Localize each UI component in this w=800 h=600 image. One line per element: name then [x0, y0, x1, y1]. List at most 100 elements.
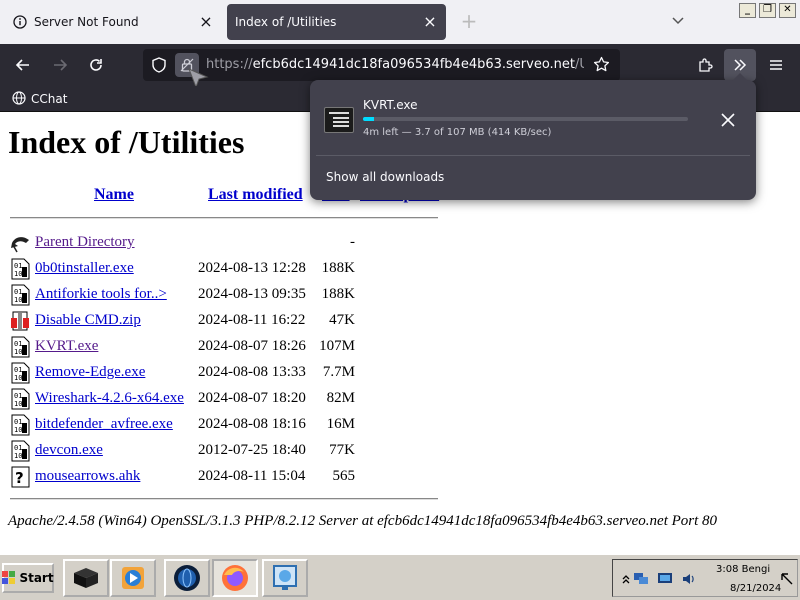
- back-arrow-icon: [15, 59, 29, 71]
- compressed-file-icon[interactable]: [10, 310, 31, 332]
- file-link[interactable]: Wireshark-4.2.6-x64.exe: [35, 390, 184, 407]
- tab-title: Index of /Utilities: [235, 15, 337, 29]
- table-row: 01 10 Antiforkie tools for..> 2024-08-13 09…: [10, 282, 440, 308]
- page-title: Index of /Utilities: [8, 124, 245, 160]
- table-row: 01 10 devcon.exe 2012-07-25 18:40 77K: [10, 438, 440, 464]
- app-menu-button[interactable]: [760, 49, 792, 81]
- extensions-button[interactable]: [689, 49, 721, 81]
- close-tab-icon[interactable]: ×: [194, 10, 218, 34]
- info-icon: [12, 14, 28, 30]
- svg-text:10: 10: [14, 296, 22, 304]
- windows-flag-icon: [2, 571, 16, 585]
- binary-file-icon[interactable]: 01 10: [10, 362, 31, 384]
- file-link[interactable]: Remove-Edge.exe: [35, 364, 145, 381]
- svg-text:01: 01: [14, 340, 22, 348]
- bookmark-cchat[interactable]: CChat: [12, 90, 67, 108]
- file-modified-date: 2024-08-13 09:35: [198, 286, 306, 302]
- file-modified-date: 2024-08-08 18:16: [198, 416, 306, 432]
- url-text[interactable]: https://efcb6dc14941dc18fa096534fb4e4b63…: [206, 57, 584, 72]
- column-header-name[interactable]: Name: [94, 186, 134, 204]
- minimize-window-button[interactable]: _: [739, 3, 756, 18]
- binary-file-icon[interactable]: 01 10: [10, 388, 31, 410]
- download-filename[interactable]: KVRT.exe: [363, 98, 418, 112]
- panel-divider: [316, 155, 750, 156]
- file-link[interactable]: Parent Directory: [35, 234, 135, 251]
- file-modified-date: 2024-08-07 18:20: [198, 390, 306, 406]
- maximize-window-button[interactable]: ❐: [759, 3, 776, 18]
- server-signature: Apache/2.4.58 (Win64) OpenSSL/3.1.3 PHP/…: [8, 513, 718, 529]
- hamburger-menu-icon: [770, 60, 782, 70]
- binary-file-icon[interactable]: 01 10: [10, 440, 31, 462]
- file-modified-date: 2024-08-11 16:22: [198, 312, 306, 328]
- system-tray: 3:08 Bengi 8/21/2024: [612, 559, 798, 597]
- show-all-downloads-button[interactable]: Show all downloads: [326, 170, 444, 184]
- notification-icon[interactable]: [779, 572, 795, 586]
- volume-icon[interactable]: [681, 572, 697, 586]
- file-link[interactable]: 0b0tinstaller.exe: [35, 260, 134, 277]
- file-size: 82M: [326, 390, 355, 406]
- clock-time[interactable]: 3:08 Bengi: [716, 564, 770, 575]
- table-row: ? mousearrows.ahk 2024-08-11 15:04 565: [10, 464, 440, 490]
- download-progress-fill: [363, 117, 375, 121]
- tab-index-of-utilities[interactable]: Index of /Utilities ×: [227, 4, 446, 40]
- cancel-download-button[interactable]: [714, 108, 742, 132]
- file-size: 16M: [326, 416, 355, 432]
- svg-text:01: 01: [14, 262, 22, 270]
- url-bar[interactable]: https://efcb6dc14941dc18fa096534fb4e4b63…: [143, 49, 620, 81]
- back-button[interactable]: [7, 49, 39, 81]
- file-link[interactable]: bitdefender_avfree.exe: [35, 416, 173, 433]
- file-modified-date: 2024-08-13 12:28: [198, 260, 306, 276]
- forward-arrow-icon: [54, 59, 68, 71]
- close-tab-icon[interactable]: ×: [418, 10, 442, 34]
- downloads-panel: KVRT.exe 4m left — 3.7 of 107 MB (414 KB…: [310, 73, 756, 200]
- globe-app-icon[interactable]: [164, 559, 210, 597]
- tracking-protection-shield-icon[interactable]: [151, 57, 167, 77]
- bookmark-star-icon[interactable]: [593, 56, 610, 77]
- start-button[interactable]: Start: [2, 563, 54, 593]
- magnifier-app-icon[interactable]: [262, 559, 308, 597]
- file-modified-date: 2024-08-08 13:33: [198, 364, 306, 380]
- monitor-icon[interactable]: [657, 572, 673, 586]
- file-link[interactable]: devcon.exe: [35, 442, 103, 459]
- file-modified-date: 2012-07-25 18:40: [198, 442, 306, 458]
- clock-date[interactable]: 8/21/2024: [730, 583, 781, 594]
- file-link[interactable]: KVRT.exe: [35, 338, 98, 355]
- table-row: 01 10 Remove-Edge.exe 2024-08-08 13:33 7.7M: [10, 360, 440, 386]
- firefox-app-icon[interactable]: [212, 559, 258, 597]
- new-tab-plus-icon[interactable]: +: [457, 10, 481, 34]
- table-row: Disable CMD.zip 2024-08-11 16:22 47K: [10, 308, 440, 334]
- tab-server-not-found[interactable]: Server Not Found ×: [4, 4, 222, 40]
- table-row: 01 10 0b0tinstaller.exe 2024-08-13 12:28 188…: [10, 256, 440, 282]
- svg-text:?: ?: [15, 469, 24, 487]
- puzzle-extensions-icon: [698, 57, 713, 72]
- network-icon[interactable]: [633, 572, 649, 586]
- svg-text:01: 01: [14, 418, 22, 426]
- file-link[interactable]: Disable CMD.zip: [35, 312, 141, 329]
- tab-strip: Server Not Found × Index of /Utilities ×…: [0, 0, 800, 44]
- binary-file-icon[interactable]: 01 10: [10, 258, 31, 280]
- forward-button[interactable]: [44, 49, 76, 81]
- reload-button[interactable]: [80, 49, 112, 81]
- file-link[interactable]: Antiforkie tools for..>: [35, 286, 167, 303]
- file-modified-date: 2024-08-11 15:04: [198, 468, 306, 484]
- start-label: Start: [19, 571, 54, 585]
- binary-file-icon[interactable]: 01 10: [10, 284, 31, 306]
- tab-title: Server Not Found: [34, 15, 139, 29]
- binary-file-icon[interactable]: 01 10: [10, 336, 31, 358]
- column-header-last-modified[interactable]: Last modified: [208, 186, 303, 204]
- media-player-app-icon[interactable]: [110, 559, 156, 597]
- download-progress-bar: [363, 117, 688, 121]
- file-size: 188K: [321, 260, 355, 276]
- unknown-file-icon[interactable]: ?: [10, 466, 31, 488]
- close-window-button[interactable]: ✕: [779, 3, 796, 18]
- divider: [10, 217, 438, 219]
- file-size: 565: [332, 468, 356, 484]
- back-icon[interactable]: [10, 232, 31, 254]
- binary-file-icon[interactable]: 01 10: [10, 414, 31, 436]
- show-hidden-icons-chevron-icon[interactable]: [618, 572, 634, 586]
- svg-text:01: 01: [14, 366, 22, 374]
- terminal-app-icon[interactable]: [63, 559, 109, 597]
- list-all-tabs-chevron-icon[interactable]: [668, 10, 688, 34]
- file-link[interactable]: mousearrows.ahk: [35, 468, 140, 485]
- file-size: 107M: [319, 338, 355, 354]
